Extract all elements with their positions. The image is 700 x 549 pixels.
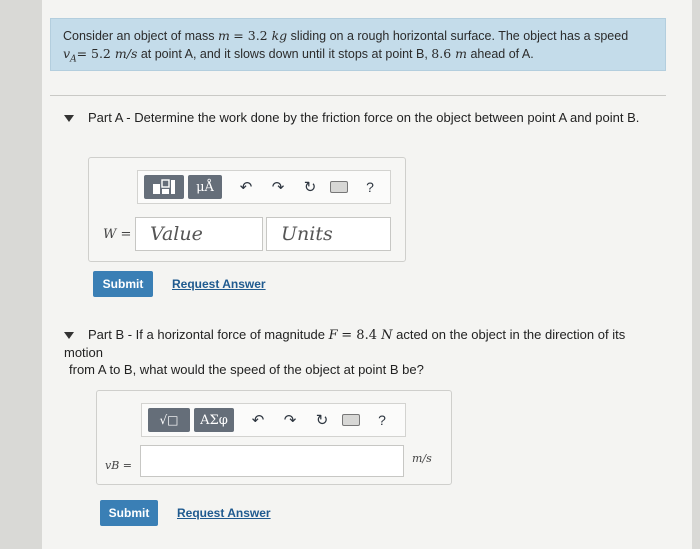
units-mu-button[interactable]: μÅ (188, 175, 222, 199)
speed-value: = 5.2 (76, 46, 115, 61)
greek-symbols-button[interactable]: ΑΣφ (194, 408, 234, 432)
force-symbol: F (328, 328, 338, 343)
help-icon[interactable]: ? (358, 179, 382, 195)
problem-text: at point A, and it slows down until it s… (137, 47, 432, 61)
collapse-caret-icon[interactable] (64, 332, 74, 340)
part-b-header[interactable]: Part B - If a horizontal force of magnit… (64, 326, 664, 378)
part-b-title-line-2: from A to B, what would the speed of the… (69, 362, 424, 377)
w-label: W = (103, 227, 132, 242)
speed-unit: m/s (114, 46, 138, 61)
value-input[interactable]: Value (135, 217, 263, 251)
section-divider (50, 95, 666, 96)
problem-line-2: vA= 5.2 m/s at point A, and it slows dow… (63, 45, 651, 69)
reset-icon[interactable]: ↻ (298, 178, 322, 196)
force-unit: N (381, 328, 393, 343)
keyboard-icon[interactable] (342, 414, 360, 426)
speed-symbol: v (63, 46, 71, 61)
vb-answer-input[interactable] (140, 445, 404, 477)
templates-button[interactable] (144, 175, 184, 199)
undo-icon[interactable]: ↶ (234, 178, 258, 196)
part-a-title: Part A - Determine the work done by the … (88, 110, 640, 125)
templates-root-button[interactable]: √□ (148, 408, 190, 432)
redo-icon[interactable]: ↷ (266, 178, 290, 196)
part-b-submit-button[interactable]: Submit (100, 500, 158, 526)
units-input[interactable]: Units (266, 217, 391, 251)
problem-text: sliding on a rough horizontal surface. T… (287, 29, 629, 43)
part-a-header[interactable]: Part A - Determine the work done by the … (64, 110, 639, 125)
part-a-request-answer-link[interactable]: Request Answer (172, 277, 266, 291)
mass-value: = 3.2 (233, 28, 272, 43)
mass-symbol: m (217, 28, 230, 43)
vb-label: vB = (105, 459, 133, 472)
problem-statement: Consider an object of mass m = 3.2 kg sl… (50, 18, 666, 71)
part-a-toolbar: μÅ ↶ ↷ ↻ ? (137, 170, 391, 204)
templates-icon (153, 179, 175, 194)
mass-unit: kg (271, 28, 288, 43)
distance-unit: m (455, 46, 467, 61)
reset-icon[interactable]: ↻ (310, 411, 334, 429)
redo-icon[interactable]: ↷ (278, 411, 302, 429)
part-b-title: Part B - If a horizontal force of magnit… (88, 327, 329, 342)
problem-line-1: Consider an object of mass m = 3.2 kg sl… (63, 27, 651, 45)
part-b-toolbar: √□ ΑΣφ ↶ ↷ ↻ ? (141, 403, 406, 437)
vb-units: m/s (412, 452, 432, 465)
part-b-request-answer-link[interactable]: Request Answer (177, 506, 271, 520)
distance-value: 8.6 (431, 46, 456, 61)
problem-text: ahead of A. (467, 47, 534, 61)
collapse-caret-icon[interactable] (64, 115, 74, 123)
keyboard-icon[interactable] (330, 181, 348, 193)
help-icon[interactable]: ? (370, 412, 394, 428)
undo-icon[interactable]: ↶ (246, 411, 270, 429)
force-value: = 8.4 (341, 328, 382, 343)
problem-text: Consider an object of mass (63, 29, 218, 43)
part-a-submit-button[interactable]: Submit (93, 271, 153, 297)
